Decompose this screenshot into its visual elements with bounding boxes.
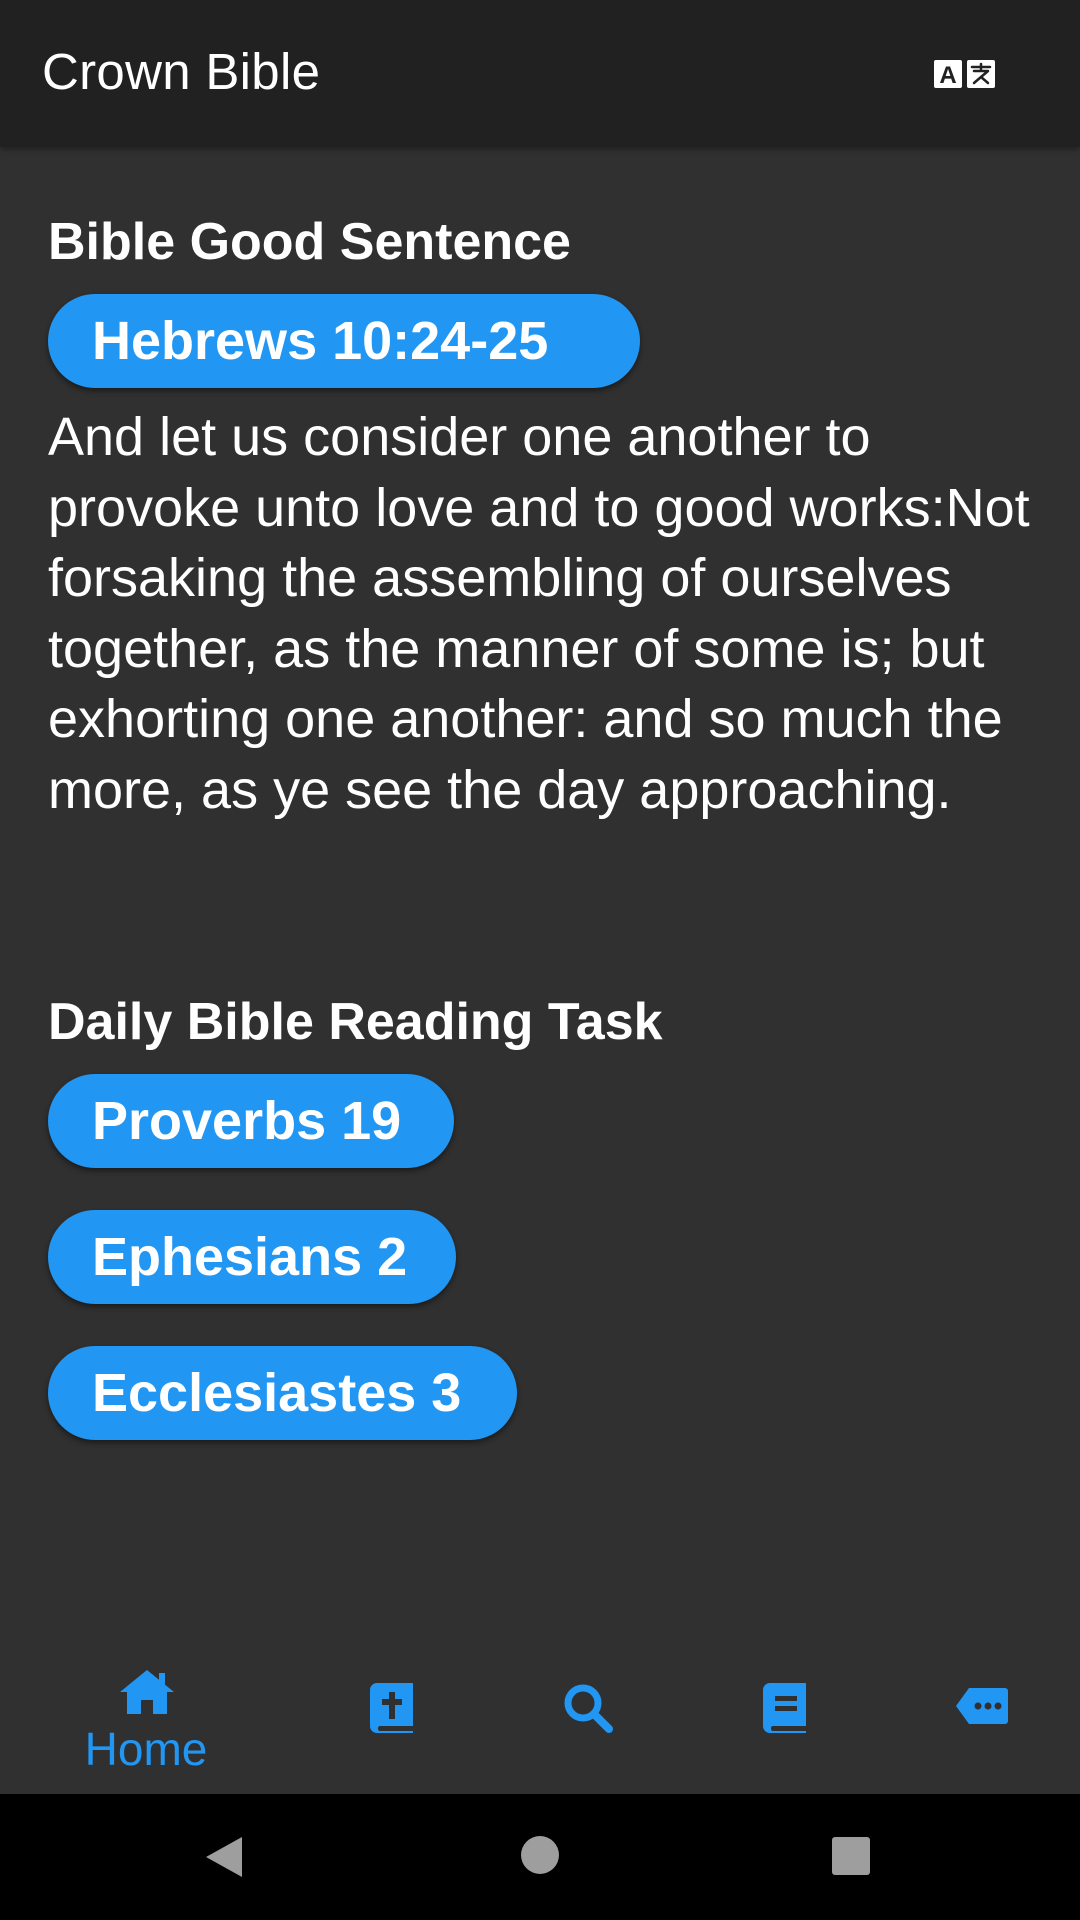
reading-task-button[interactable]: Ephesians 2	[48, 1210, 456, 1304]
home-icon	[120, 1670, 174, 1714]
verse-reference-button[interactable]: Hebrews 10:24-25	[48, 294, 640, 388]
daily-task-heading: Daily Bible Reading Task	[48, 993, 663, 1051]
verse-text: And let us consider one another to provo…	[48, 407, 1030, 820]
nav-search[interactable]	[490, 1640, 686, 1794]
back-icon[interactable]	[204, 1835, 244, 1879]
book-icon	[763, 1683, 806, 1733]
nav-home-label: Home	[84, 1723, 208, 1775]
translate-button[interactable]: A	[918, 40, 1012, 108]
app-screen: Crown Bible A Bible Good Sentence Hebrew…	[0, 0, 1080, 1920]
home-circle-icon[interactable]	[520, 1835, 560, 1875]
good-sentence-heading: Bible Good Sentence	[48, 213, 571, 271]
reading-task-button[interactable]: Proverbs 19	[48, 1074, 454, 1168]
more-tag-icon	[956, 1688, 1008, 1724]
bottom-navigation: Home	[0, 1640, 1080, 1794]
app-title: Crown Bible	[42, 43, 321, 100]
svg-text:A: A	[939, 62, 956, 89]
reading-task-button[interactable]: Ecclesiastes 3	[48, 1346, 517, 1440]
nav-book[interactable]	[686, 1640, 882, 1794]
translate-icon: A	[934, 60, 995, 89]
nav-more[interactable]	[882, 1640, 1078, 1794]
search-icon	[564, 1684, 613, 1733]
nav-bible[interactable]	[294, 1640, 490, 1794]
top-app-bar: Crown Bible A	[0, 0, 1080, 147]
bible-book-icon	[370, 1683, 413, 1733]
recents-icon[interactable]	[831, 1836, 871, 1876]
nav-home[interactable]: Home	[48, 1640, 244, 1794]
system-navigation-bar	[0, 1794, 1080, 1920]
